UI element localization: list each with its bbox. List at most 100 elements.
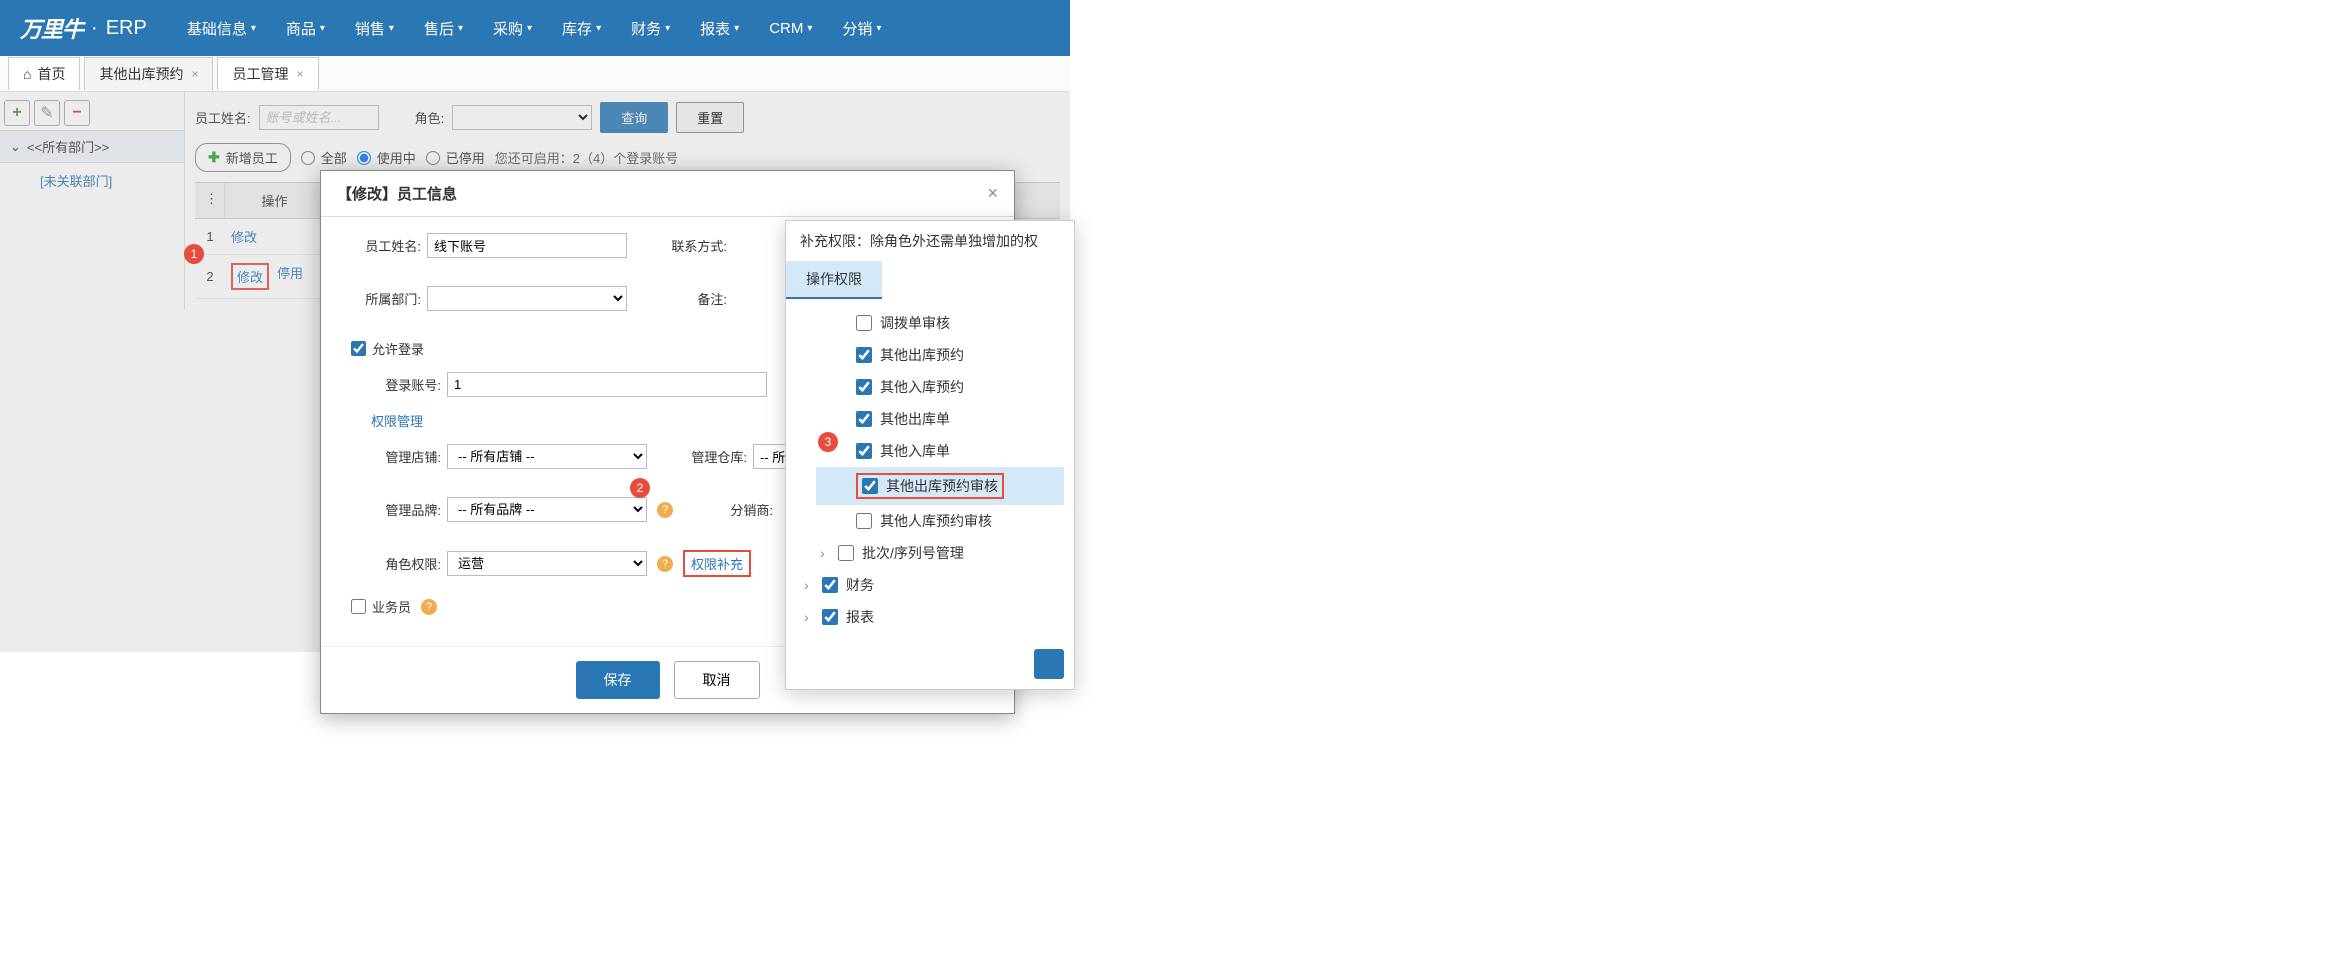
radio-all[interactable]: 全部	[301, 148, 347, 167]
perm-item-outbound-approval[interactable]: 其他出库预约审核	[816, 467, 1064, 505]
name-input[interactable]	[259, 105, 379, 130]
nav-crm[interactable]: CRM▾	[769, 18, 812, 39]
chevron-down-icon: ⌄	[10, 139, 21, 155]
close-icon[interactable]: ×	[296, 67, 303, 81]
account-input[interactable]	[447, 372, 767, 397]
nav-basic[interactable]: 基础信息▾	[187, 18, 256, 39]
annotation-badge-2: 2	[630, 478, 650, 498]
nav-finance[interactable]: 财务▾	[631, 18, 670, 39]
dept-unlinked[interactable]: [未关联部门]	[0, 163, 184, 198]
logo-suffix: ERP	[106, 17, 147, 40]
contact-label: 联系方式:	[657, 236, 727, 255]
chevron-down-icon: ▾	[527, 23, 532, 34]
nav-sales[interactable]: 销售▾	[355, 18, 394, 39]
perm-footer	[786, 639, 1074, 689]
chevron-down-icon: ▾	[320, 23, 325, 34]
delete-dept-button[interactable]: −	[64, 100, 90, 126]
salesperson-checkbox[interactable]	[351, 599, 366, 614]
save-button[interactable]: 保存	[576, 661, 660, 699]
perm-group-finance[interactable]: ›财务	[800, 569, 1064, 601]
role-perm-label: 角色权限:	[371, 554, 441, 573]
permission-panel: 补充权限：除角色外还需单独增加的权 操作权限 调拨单审核 其他出库预约 其他入库…	[785, 220, 1075, 690]
role-label: 角色:	[415, 108, 445, 127]
help-icon[interactable]: ?	[421, 599, 437, 615]
radio-active[interactable]: 使用中	[357, 148, 416, 167]
add-dept-button[interactable]: +	[4, 100, 30, 126]
nav-report[interactable]: 报表▾	[700, 18, 739, 39]
reset-button[interactable]: 重置	[676, 102, 744, 133]
tab-outbound-reservation[interactable]: 其他出库预约 ×	[84, 57, 213, 90]
modal-title: 【修改】员工信息	[337, 183, 457, 204]
emp-name-input[interactable]	[427, 233, 627, 258]
tab-home[interactable]: ⌂ 首页	[8, 57, 80, 90]
brand-select[interactable]: -- 所有品牌 --	[447, 497, 647, 522]
perm-tab-operation[interactable]: 操作权限	[786, 261, 882, 299]
perm-group-batch[interactable]: ›批次/序列号管理	[816, 537, 1064, 569]
close-icon[interactable]: ×	[191, 67, 198, 81]
role-perm-select[interactable]: 运营	[447, 551, 647, 576]
shop-label: 管理店铺:	[371, 447, 441, 466]
chevron-down-icon: ▾	[665, 23, 670, 34]
tab-bar: ⌂ 首页 其他出库预约 × 员工管理 ×	[0, 56, 1070, 92]
chevron-down-icon: ▾	[458, 23, 463, 34]
toolbar-row: ✚ 新增员工 全部 使用中 已停用 您还可启用：2（4）个登录账号	[195, 143, 1060, 172]
note-label: 备注:	[657, 289, 727, 308]
disable-link[interactable]: 停用	[277, 263, 303, 290]
salesperson-label: 业务员	[372, 597, 411, 616]
help-icon[interactable]: ?	[657, 556, 673, 572]
quota-text: 您还可启用：2（4）个登录账号	[495, 148, 678, 167]
perm-item[interactable]: 调拨单审核	[816, 307, 1064, 339]
chevron-down-icon: ▾	[596, 23, 601, 34]
help-icon[interactable]: ?	[657, 502, 673, 518]
tab-employee-mgmt[interactable]: 员工管理 ×	[217, 57, 318, 90]
plus-icon: ✚	[208, 149, 220, 166]
logo: 万里牛 · ERP	[20, 12, 147, 44]
edit-link[interactable]: 修改	[231, 227, 257, 246]
add-employee-button[interactable]: ✚ 新增员工	[195, 143, 291, 172]
annotation-badge-1: 1	[184, 244, 204, 264]
warehouse-label: 管理仓库:	[677, 447, 747, 466]
allow-login-checkbox[interactable]	[351, 341, 366, 356]
close-icon[interactable]: ×	[987, 183, 998, 204]
cancel-button[interactable]: 取消	[674, 661, 760, 699]
sidebar: + ✎ − ⌄ <<所有部门>> [未关联部门]	[0, 92, 185, 309]
perm-tree: 调拨单审核 其他出库预约 其他入库预约 其他出库单 其他入库单 其他出库预约审核…	[786, 299, 1074, 639]
perm-group-report[interactable]: ›报表	[800, 601, 1064, 633]
perm-item[interactable]: 其他入库单	[816, 435, 1064, 467]
emp-name-label: 员工姓名:	[351, 236, 421, 255]
edit-dept-button[interactable]: ✎	[34, 100, 60, 126]
annotation-badge-3: 3	[818, 432, 838, 452]
role-select[interactable]	[452, 105, 592, 130]
perm-item[interactable]: 其他出库单	[816, 403, 1064, 435]
brand-label: 管理品牌:	[371, 500, 441, 519]
chevron-down-icon: ▾	[251, 23, 256, 34]
dept-select[interactable]	[427, 286, 627, 311]
home-icon: ⌂	[23, 66, 31, 82]
menu-icon[interactable]: ⋮	[195, 183, 225, 218]
perm-supplement-link[interactable]: 权限补充	[683, 550, 751, 577]
chevron-down-icon: ▾	[389, 23, 394, 34]
perm-item[interactable]: 其他入库预约	[816, 371, 1064, 403]
distributor-label: 分销商:	[703, 500, 773, 519]
perm-confirm-button[interactable]	[1034, 649, 1064, 679]
account-label: 登录账号:	[371, 375, 441, 394]
nav-aftersale[interactable]: 售后▾	[424, 18, 463, 39]
radio-disabled[interactable]: 已停用	[426, 148, 485, 167]
filter-row: 员工姓名: 角色: 查询 重置	[195, 102, 1060, 133]
perm-item[interactable]: 其他出库预约	[816, 339, 1064, 371]
nav-stock[interactable]: 库存▾	[562, 18, 601, 39]
row-number: 2	[195, 261, 225, 292]
perm-panel-title: 补充权限：除角色外还需单独增加的权	[786, 221, 1074, 261]
nav-product[interactable]: 商品▾	[286, 18, 325, 39]
nav-purchase[interactable]: 采购▾	[493, 18, 532, 39]
perm-item[interactable]: 其他人库预约审核	[816, 505, 1064, 537]
col-operation: 操作	[225, 183, 325, 218]
search-button[interactable]: 查询	[600, 102, 668, 133]
chevron-down-icon: ▾	[734, 23, 739, 34]
edit-link[interactable]: 修改	[231, 263, 269, 290]
allow-login-label: 允许登录	[372, 339, 424, 358]
nav-distribution[interactable]: 分销▾	[842, 18, 881, 39]
dept-all[interactable]: ⌄ <<所有部门>>	[0, 130, 184, 163]
sidebar-tools: + ✎ −	[0, 96, 184, 130]
shop-select[interactable]: -- 所有店铺 --	[447, 444, 647, 469]
